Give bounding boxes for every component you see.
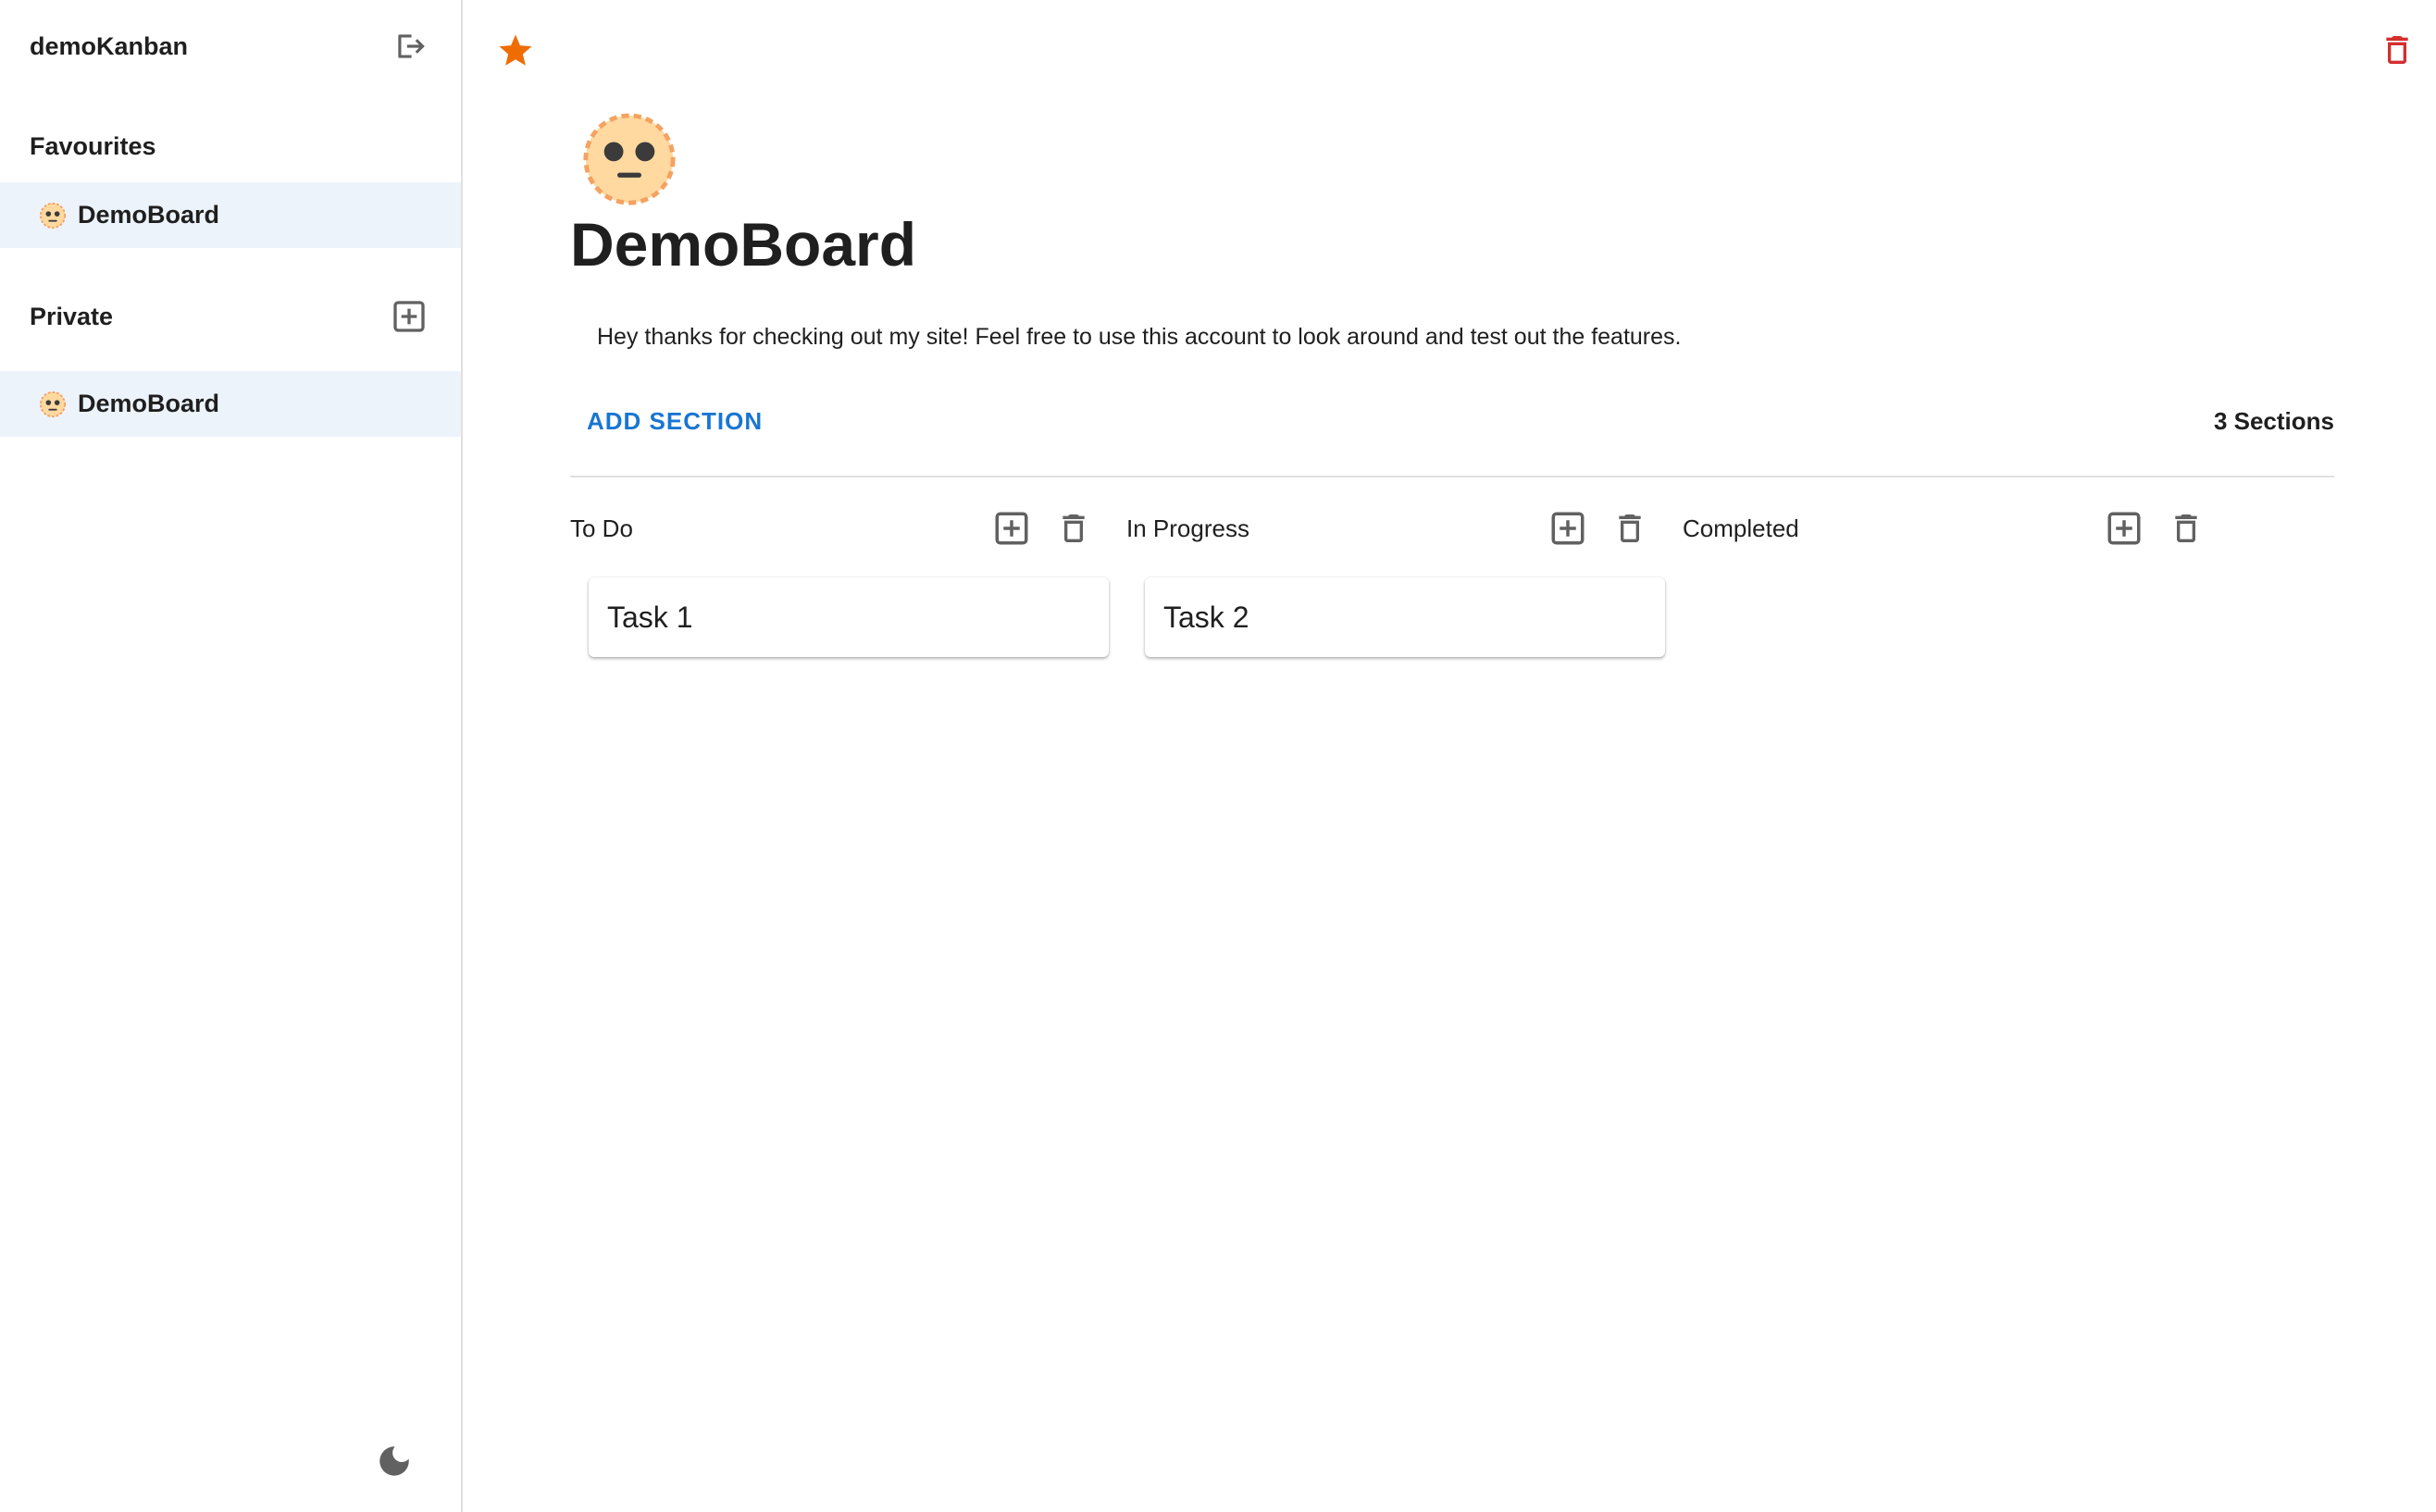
face-emoji-icon: [39, 202, 67, 229]
delete-board-button[interactable]: [2379, 31, 2416, 68]
add-box-icon: [995, 512, 1028, 545]
favourites-header: Favourites: [30, 126, 428, 167]
app-title: demoKanban: [30, 31, 189, 60]
section-column: To Do Task 1: [570, 507, 1126, 657]
add-task-button[interactable]: [992, 509, 1031, 548]
board-title[interactable]: DemoBoard: [570, 211, 916, 279]
app-root: demoKanban Favourites DemoBoard Private: [0, 0, 2436, 1512]
section-header: In Progress: [1126, 507, 1648, 550]
sidebar-header: demoKanban: [30, 28, 428, 65]
sidebar-item-private-demoboard[interactable]: DemoBoard: [0, 371, 461, 437]
section-actions: [992, 509, 1092, 548]
sidebar-item-label: DemoBoard: [78, 201, 220, 229]
moon-icon: [379, 1446, 409, 1476]
board-description[interactable]: Hey thanks for checking out my site! Fee…: [597, 324, 1681, 351]
add-box-icon: [2107, 512, 2141, 545]
delete-section-button[interactable]: [1611, 510, 1648, 547]
task-title: Task 1: [607, 600, 693, 634]
add-task-button[interactable]: [2105, 509, 2144, 548]
delete-section-button[interactable]: [1055, 510, 1092, 547]
sidebar-item-favourite-demoboard[interactable]: DemoBoard: [0, 182, 461, 248]
logout-icon: [398, 34, 425, 58]
section-header: Completed: [1683, 507, 2205, 550]
task-card[interactable]: Task 1: [589, 577, 1109, 657]
delete-section-button[interactable]: [2168, 510, 2205, 547]
section-column: In Progress Task 2: [1126, 507, 1683, 657]
add-box-icon: [393, 301, 425, 332]
favourites-title: Favourites: [30, 131, 156, 160]
section-title[interactable]: To Do: [570, 514, 633, 543]
sections-container: To Do Task 1 In Progress Task 2 Complete…: [570, 507, 2239, 657]
add-box-icon: [1551, 512, 1585, 545]
task-title: Task 2: [1163, 600, 1249, 634]
divider: [570, 476, 2334, 477]
trash-icon: [2175, 514, 2197, 542]
section-column: Completed: [1683, 507, 2239, 657]
theme-toggle-button[interactable]: [375, 1442, 414, 1481]
board-emoji-picker[interactable]: [581, 111, 677, 207]
favourite-toggle-button[interactable]: [496, 31, 535, 70]
add-board-button[interactable]: [391, 298, 428, 335]
section-count: 3 Sections: [2213, 407, 2334, 435]
trash-icon: [2386, 36, 2408, 64]
private-title: Private: [30, 302, 114, 330]
section-actions: [2105, 509, 2205, 548]
main-content: DemoBoard Hey thanks for checking out my…: [463, 0, 2436, 1512]
add-task-button[interactable]: [1548, 509, 1587, 548]
sidebar-item-label: DemoBoard: [78, 390, 220, 417]
trash-icon: [1619, 514, 1641, 542]
face-emoji-icon: [39, 390, 67, 417]
star-icon: [499, 34, 532, 66]
section-actions: [1548, 509, 1648, 548]
add-section-button[interactable]: ADD SECTION: [587, 407, 763, 436]
section-header: To Do: [570, 507, 1092, 550]
section-title[interactable]: Completed: [1683, 514, 1799, 543]
trash-icon: [1063, 514, 1085, 542]
face-emoji-icon: [583, 113, 676, 205]
task-card[interactable]: Task 2: [1145, 577, 1665, 657]
sidebar: demoKanban Favourites DemoBoard Private: [0, 0, 463, 1512]
logout-button[interactable]: [392, 29, 428, 64]
private-header: Private: [30, 296, 428, 337]
section-title[interactable]: In Progress: [1126, 514, 1249, 543]
